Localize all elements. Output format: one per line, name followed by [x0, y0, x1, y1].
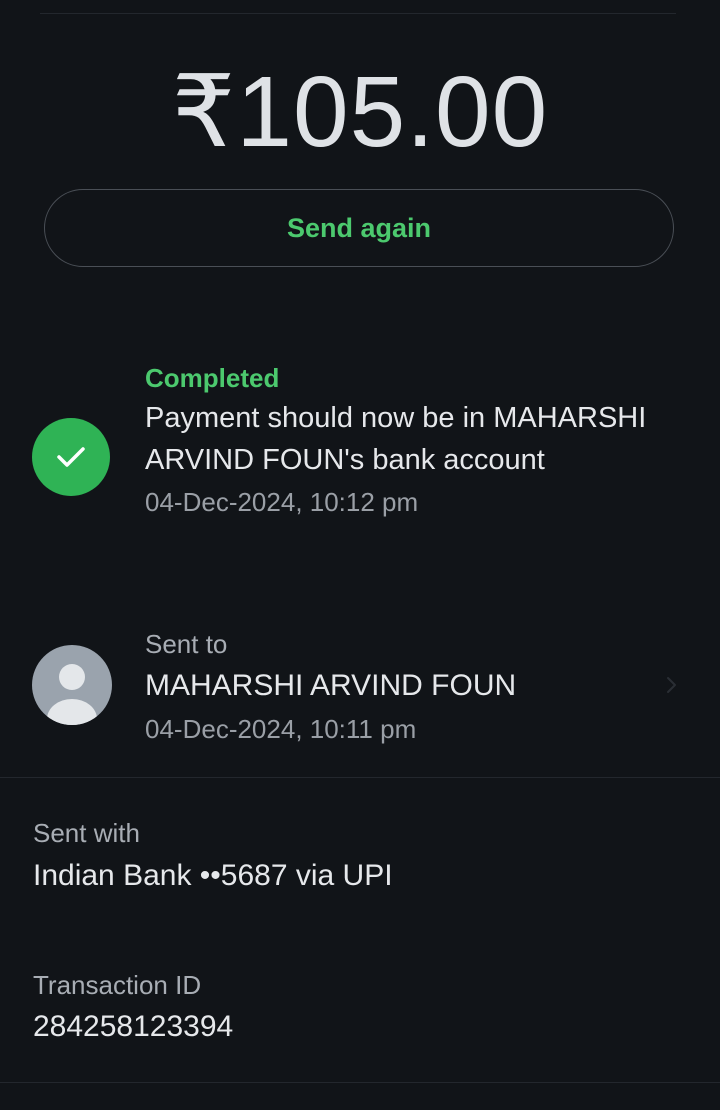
sent-with-label: Sent with — [33, 818, 140, 848]
sent-to-label: Sent to — [145, 629, 228, 659]
status-block: Completed Payment should now be in MAHAR… — [145, 360, 685, 521]
status-message: Payment should now be in MAHARSHI ARVIND… — [145, 402, 647, 476]
payment-amount: ₹105.00 — [171, 56, 549, 168]
chevron-right-icon[interactable] — [662, 672, 682, 698]
send-again-button[interactable]: Send again — [44, 189, 674, 267]
status-timestamp: 04-Dec-2024, 10:12 pm — [145, 487, 419, 517]
transaction-id-label: Transaction ID — [33, 970, 202, 1000]
avatar-icon — [47, 664, 97, 725]
top-divider — [40, 13, 676, 14]
completed-status-icon — [32, 418, 110, 496]
transaction-id-value: 284258123394 — [33, 1010, 234, 1043]
recipient-name: MAHARSHI ARVIND FOUN — [145, 669, 517, 702]
section-divider — [0, 777, 720, 778]
avatar — [32, 645, 112, 725]
status-label: Completed — [145, 363, 280, 393]
sent-with-value: Indian Bank ••5687 via UPI — [33, 859, 393, 892]
bottom-divider — [0, 1082, 720, 1083]
recipient-timestamp: 04-Dec-2024, 10:11 pm — [145, 714, 417, 744]
check-icon — [57, 447, 85, 467]
recipient-block: Sent to MAHARSHI ARVIND FOUN 04-Dec-2024… — [145, 626, 645, 748]
